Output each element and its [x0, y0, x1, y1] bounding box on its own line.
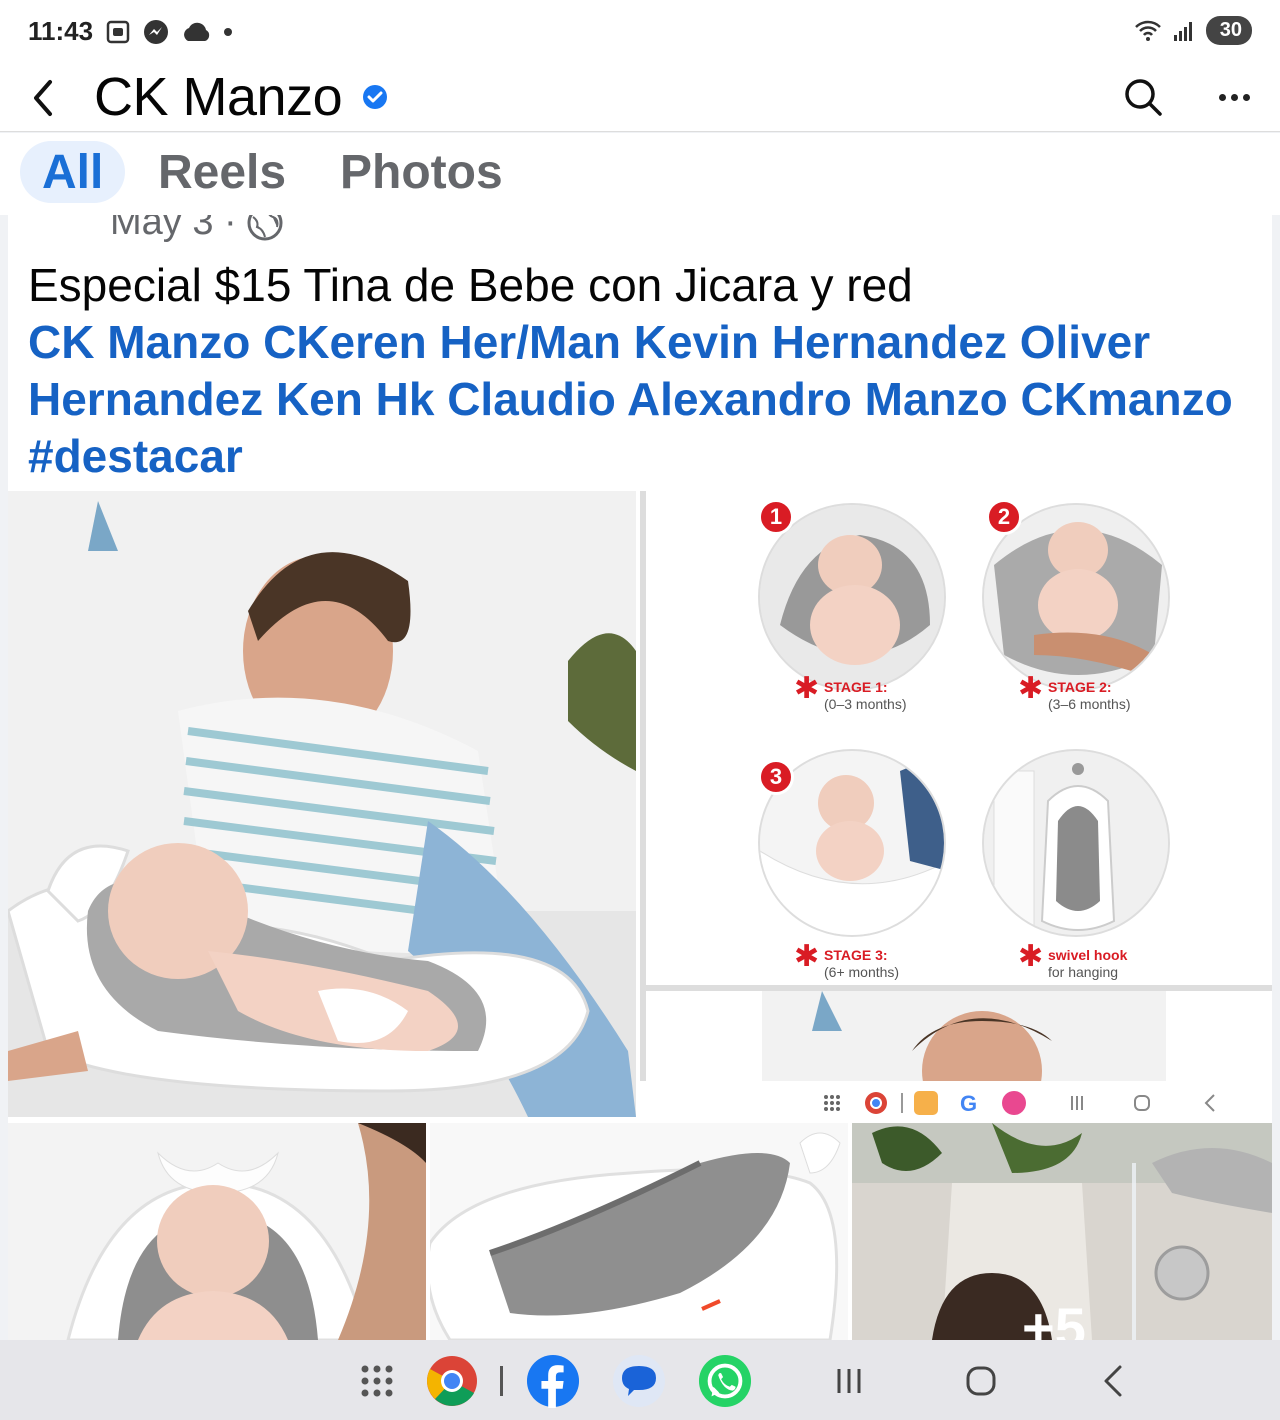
asterisk-icon: ✱ [1018, 940, 1044, 973]
photo-baby-faucet[interactable]: +5 [852, 1123, 1272, 1340]
photo-illustration [8, 1123, 426, 1340]
search-icon [1125, 79, 1162, 116]
battery-level: 30 [1219, 19, 1242, 41]
apps-grid-icon [361, 1365, 393, 1397]
status-bar: 11:43 30 [0, 0, 1280, 64]
tab-photos[interactable]: Photos [340, 141, 503, 203]
stage-label-1: STAGE 1: (0–3 months) [824, 679, 906, 713]
stage-number-2: 2 [986, 499, 1022, 535]
asterisk-icon: ✱ [794, 940, 820, 973]
page-title: CK Manzo [94, 67, 343, 127]
inner-nav-strip: G [640, 1081, 1272, 1121]
screenshot-icon [106, 20, 130, 44]
android-navigation-bar [0, 1340, 1280, 1420]
svg-text:G: G [960, 1091, 977, 1116]
facebook-app[interactable] [526, 1354, 580, 1408]
globe-icon [247, 215, 283, 240]
more-photos-count: +5 [1022, 1296, 1086, 1340]
whatsapp-icon [698, 1354, 752, 1408]
apps-grid-button[interactable] [350, 1354, 404, 1408]
more-button[interactable] [1208, 74, 1260, 120]
stage-sub-hook: for hanging [1048, 964, 1119, 980]
status-icons-right: 30 [1134, 16, 1252, 45]
post-text: Especial $15 Tina de Bebe con Jicara y r… [28, 259, 913, 311]
chrome-icon [427, 1356, 477, 1406]
stage-number-3: 3 [758, 759, 794, 795]
home-icon [966, 1366, 996, 1396]
dock-divider [500, 1366, 503, 1396]
asterisk-icon: ✱ [794, 672, 820, 705]
back-icon [1104, 1365, 1122, 1397]
back-button[interactable] [22, 74, 62, 122]
photo-tub-sling[interactable] [430, 1123, 848, 1340]
stage-title-hook: swivel hook [1048, 947, 1128, 963]
chrome-app[interactable] [425, 1354, 479, 1408]
stage-title-1: STAGE 1: [824, 679, 888, 695]
wifi-icon [1134, 20, 1161, 41]
messages-app[interactable] [612, 1354, 666, 1408]
battery-icon: 30 [1205, 16, 1252, 45]
dot-icon [224, 28, 232, 36]
stage-number-1: 1 [758, 499, 794, 535]
more-icon-dot [1242, 93, 1250, 101]
messenger-icon [144, 20, 168, 44]
verified-badge-icon [363, 85, 387, 109]
photo-mother-baby-tub[interactable] [8, 491, 636, 1117]
status-time: 11:43 [28, 16, 94, 46]
back-nav-button[interactable] [1086, 1354, 1140, 1408]
cloud-icon [184, 22, 210, 41]
stage-label-3: STAGE 3: (6+ months) [824, 947, 899, 981]
stage-label-2: STAGE 2: (3–6 months) [1048, 679, 1130, 713]
photo-stage-chart[interactable]: 1 ✱ STAGE 1: (0–3 months) 2 ✱ STAGE 2: (3–… [640, 491, 1272, 1081]
photo-illustration [8, 491, 636, 1117]
stage-photo [984, 751, 1168, 935]
inner-screenshot-photo [762, 991, 1166, 1081]
stage-sub-2: (3–6 months) [1048, 696, 1131, 712]
facebook-icon [526, 1354, 580, 1408]
recents-icon [837, 1369, 861, 1393]
tab-bar: All Reels Photos [0, 133, 1280, 215]
asterisk-icon: ✱ [1018, 672, 1044, 705]
stage-image-hook [982, 749, 1170, 937]
post-tags[interactable]: CK Manzo CKeren Her/Man Kevin Hernandez … [28, 314, 1258, 485]
inner-nav-icons: G [824, 1091, 1215, 1116]
stage-sub-1: (0–3 months) [824, 696, 907, 712]
stage-label-hook: swivel hook for hanging [1048, 947, 1127, 981]
messages-icon [613, 1355, 665, 1407]
whatsapp-app[interactable] [698, 1354, 752, 1408]
status-icons-left [104, 18, 234, 46]
stage-photo [760, 505, 944, 689]
post-date[interactable]: May 3 · [110, 215, 285, 244]
photo-baby-tub-front[interactable] [8, 1123, 426, 1340]
home-button[interactable] [954, 1354, 1008, 1408]
post-card: May 3 · Especial $15 Tina de Bebe con Ji… [8, 215, 1272, 1340]
stage-sub-3: (6+ months) [824, 964, 900, 980]
photo-illustration [430, 1123, 848, 1340]
tab-reels[interactable]: Reels [158, 141, 286, 203]
more-icon-dot [1230, 93, 1238, 101]
recents-button[interactable] [822, 1354, 876, 1408]
more-icon [1218, 93, 1226, 101]
stage-title-2: STAGE 2: [1048, 679, 1112, 695]
signal-icon [1173, 21, 1192, 41]
page-header: CK Manzo [0, 64, 1280, 132]
stage-title-3: STAGE 3: [824, 947, 888, 963]
post-date-text: May 3 · [110, 215, 237, 243]
search-button[interactable] [1120, 74, 1166, 120]
chevron-left-icon [34, 80, 52, 116]
tab-all[interactable]: All [20, 141, 126, 203]
